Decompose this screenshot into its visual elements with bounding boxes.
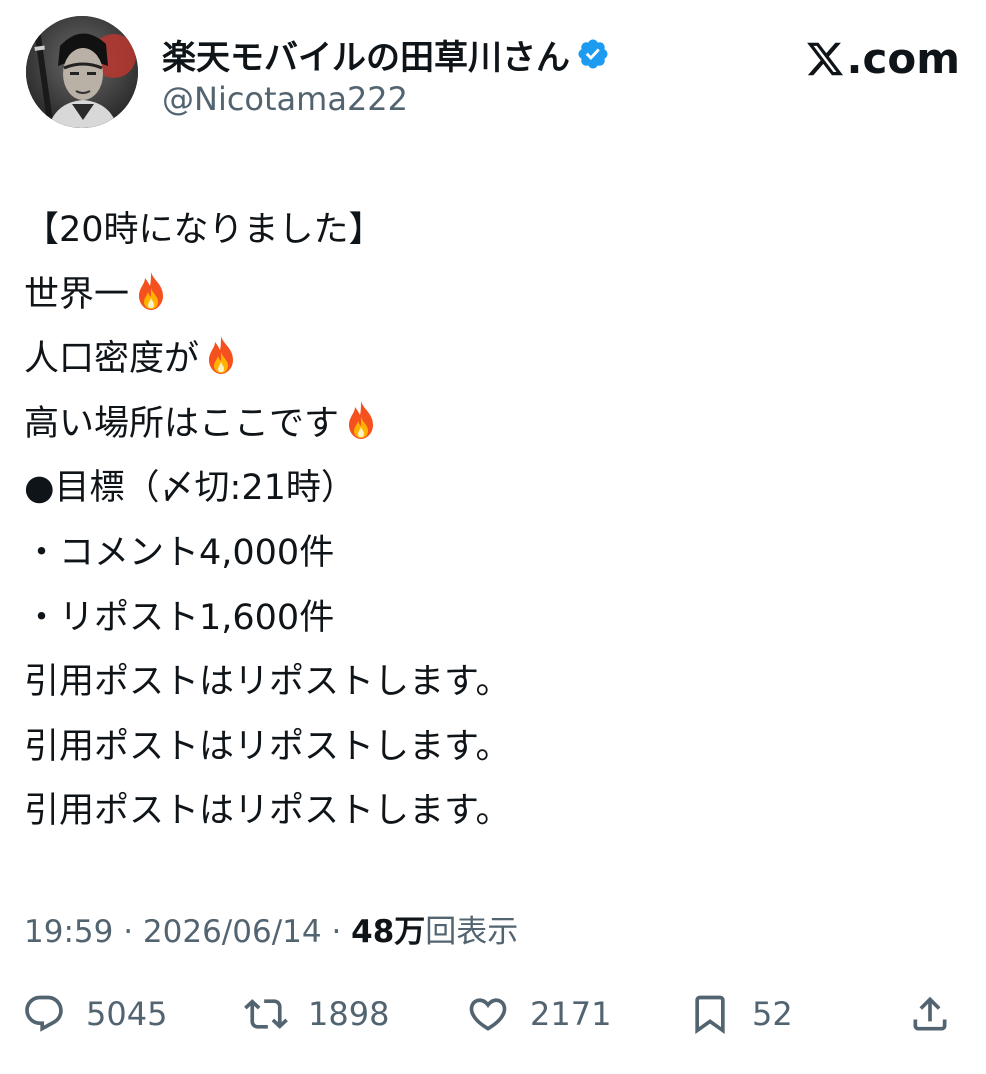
tweet-line-text: 【20時になりました】	[24, 210, 384, 250]
avatar[interactable]	[26, 16, 138, 128]
tweet-line-text: 世界一	[24, 274, 130, 315]
tweet-line-text: ・リポスト1,600件	[24, 597, 335, 638]
tweet-line: ●目標（〆切:21時）	[24, 456, 954, 521]
tweet-line: 引用ポストはリポストします。	[24, 650, 954, 715]
user-handle[interactable]: @Nicotama222	[162, 80, 610, 118]
brand-logo: .com	[805, 34, 960, 83]
tweet-line-text: 高い場所はここです	[24, 403, 340, 444]
tweet-line: 引用ポストはリポストします。	[24, 715, 954, 780]
tweet-line-text: 引用ポストはリポストします。	[24, 726, 511, 767]
fire-emoji-icon	[203, 333, 239, 375]
speech-bubble-icon	[25, 995, 63, 1032]
like-button[interactable]: 2171	[466, 986, 611, 1042]
display-name[interactable]: 楽天モバイルの田草川さん	[162, 30, 570, 79]
bookmark-icon	[695, 995, 725, 1035]
tweet-line-text: 引用ポストはリポストします。	[24, 662, 511, 703]
author-names: 楽天モバイルの田草川さん @Nicotama222	[162, 30, 610, 118]
heart-icon	[469, 998, 507, 1031]
tweet-line-text: 引用ポストはリポストします。	[24, 791, 511, 832]
bookmark-button[interactable]: 52	[688, 986, 793, 1042]
tweet-line: 人口密度が	[24, 327, 954, 392]
display-name-row: 楽天モバイルの田草川さん	[162, 30, 610, 78]
like-count: 2171	[530, 995, 612, 1033]
repost-button[interactable]: 1898	[244, 986, 389, 1042]
tweet-meta: 19:59 · 2026/06/14 · 48万回表示	[24, 906, 518, 951]
tweet-line: 引用ポストはリポストします。	[24, 779, 954, 844]
verified-badge-icon	[576, 37, 610, 71]
x-logo-icon	[805, 39, 845, 79]
tweet-line: ・コメント4,000件	[24, 521, 954, 586]
bookmark-count: 52	[752, 995, 793, 1033]
tweet-line-text: 人口密度が	[24, 339, 200, 380]
avatar-illustration	[26, 16, 138, 128]
repost-count: 1898	[308, 995, 390, 1033]
post-time[interactable]: 19:59	[24, 914, 113, 950]
tweet-text: 【20時になりました】 世界一 人口密度が 高い場所はここです ●目標（〆切:2…	[24, 198, 954, 844]
tweet-line: 世界一	[24, 263, 954, 328]
tweet-line: 高い場所はここです	[24, 392, 954, 457]
share-button[interactable]	[908, 986, 952, 1042]
fire-emoji-icon	[133, 269, 169, 311]
meta-separator: ·	[113, 914, 143, 950]
tweet-line-text: ・コメント4,000件	[24, 532, 335, 573]
views-label: 回表示	[425, 914, 519, 950]
tweet-header: 楽天モバイルの田草川さん @Nicotama222 .com	[26, 16, 960, 136]
post-date[interactable]: 2026/06/14	[143, 914, 322, 950]
repost-arrows-icon	[244, 999, 288, 1029]
reply-button[interactable]: 5045	[22, 986, 167, 1042]
brand-domain: .com	[846, 34, 960, 83]
tweet-line: ・リポスト1,600件	[24, 586, 954, 651]
views-count: 48万	[351, 914, 426, 950]
fire-emoji-icon	[343, 398, 379, 440]
action-bar: 5045 1898 2171 52	[22, 986, 962, 1042]
tweet-line-text: ●目標（〆切:21時）	[24, 468, 356, 509]
tweet-line: 【20時になりました】	[24, 198, 954, 263]
share-upload-icon	[913, 996, 947, 1031]
reply-count: 5045	[86, 995, 168, 1033]
meta-separator: ·	[321, 914, 352, 950]
